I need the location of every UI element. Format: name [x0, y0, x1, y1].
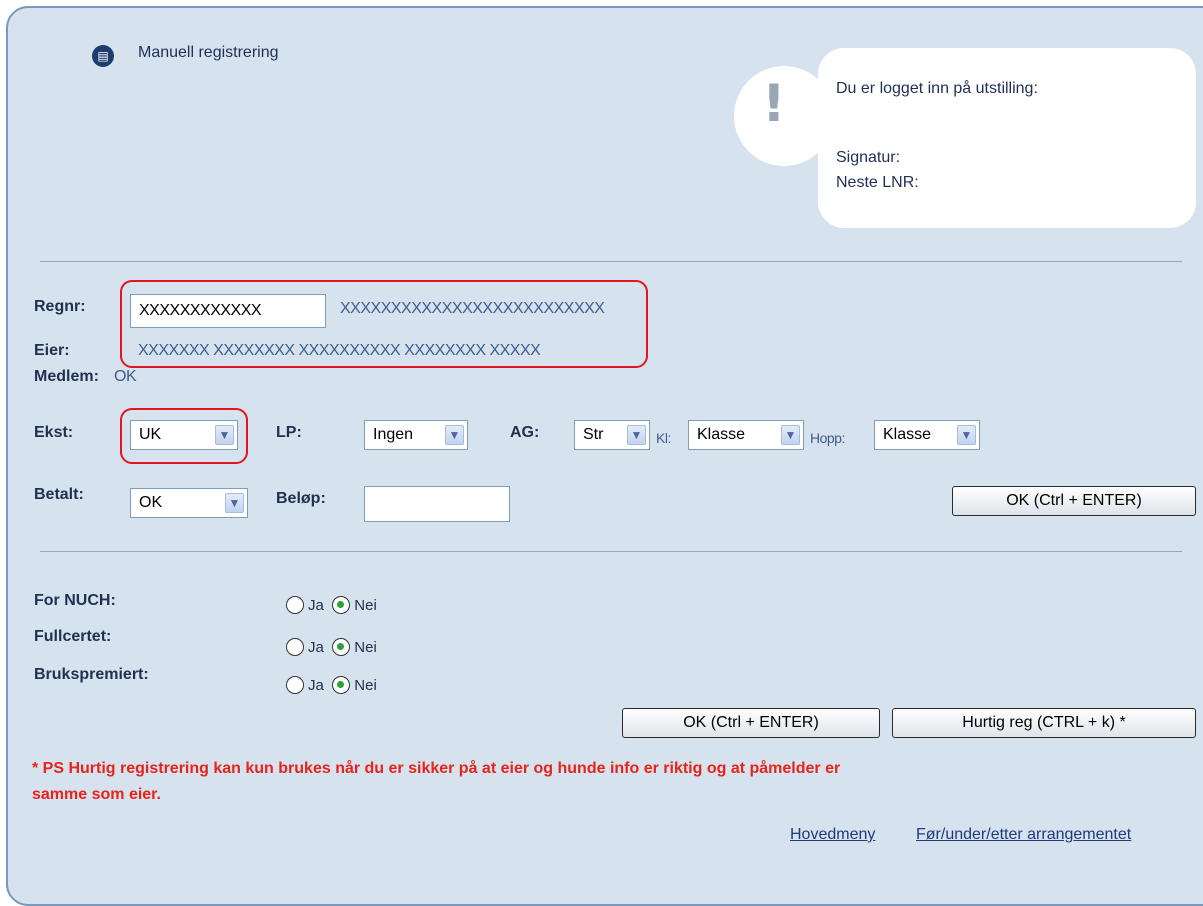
- betalt-select-value: OK: [139, 494, 163, 511]
- page-title: Manuell registrering: [138, 44, 279, 61]
- for-nuch-nei-radio[interactable]: [332, 596, 351, 614]
- chevron-down-icon[interactable]: ▼: [781, 425, 800, 445]
- ja-label: Ja: [308, 638, 324, 656]
- for-nuch-ja-radio[interactable]: [286, 596, 304, 614]
- divider: [40, 551, 1182, 552]
- divider: [40, 261, 1182, 262]
- nei-label: Nei: [354, 676, 377, 694]
- ja-label: Ja: [308, 676, 324, 694]
- nei-label: Nei: [354, 596, 377, 614]
- lp-label: LP:: [276, 424, 302, 441]
- chevron-down-icon[interactable]: ▼: [215, 425, 234, 445]
- info-bubble: [818, 48, 1196, 228]
- chevron-down-icon[interactable]: ▼: [957, 425, 976, 445]
- ekst-select-value: UK: [139, 426, 162, 443]
- hopp-select-value: Klasse: [883, 426, 932, 443]
- brukspremiert-options: Ja Nei: [286, 676, 381, 694]
- brukspremiert-label: Brukspremiert:: [34, 666, 149, 683]
- regnr-name-text: XXXXXXXXXXXXXXXXXXXXXXXXXX: [340, 300, 605, 317]
- main-menu-link[interactable]: Hovedmeny: [790, 826, 875, 844]
- chevron-down-icon[interactable]: ▼: [445, 425, 464, 445]
- fullcertet-label: Fullcertet:: [34, 628, 112, 645]
- hopp-select[interactable]: Klasse ▼: [874, 420, 980, 450]
- chevron-down-icon[interactable]: ▼: [627, 425, 646, 445]
- for-nuch-options: Ja Nei: [286, 596, 381, 614]
- exclamation-icon: !: [762, 74, 786, 134]
- regnr-input[interactable]: XXXXXXXXXXXX: [130, 294, 326, 328]
- fullcertet-ja-radio[interactable]: [286, 638, 304, 656]
- brukspremiert-ja-radio[interactable]: [286, 676, 304, 694]
- belop-label: Beløp:: [276, 490, 326, 507]
- brukspremiert-nei-radio[interactable]: [332, 676, 351, 694]
- kl-select[interactable]: Klasse ▼: [688, 420, 804, 450]
- fullcertet-options: Ja Nei: [286, 638, 381, 656]
- betalt-label: Betalt:: [34, 486, 84, 503]
- ekst-label: Ekst:: [34, 424, 74, 441]
- fullcertet-nei-radio[interactable]: [332, 638, 351, 656]
- neste-lnr-text: Neste LNR:: [836, 174, 919, 191]
- lp-select-value: Ingen: [373, 426, 414, 443]
- medlem-label: Medlem:: [34, 368, 99, 385]
- medlem-value: OK: [114, 368, 137, 385]
- ok-button-top[interactable]: OK (Ctrl + ENTER): [952, 486, 1196, 516]
- ag-select-value: Str: [583, 426, 604, 443]
- kl-label: Kl:: [656, 430, 671, 446]
- for-nuch-label: For NUCH:: [34, 592, 116, 609]
- document-list-icon: ▤: [92, 45, 114, 67]
- kl-select-value: Klasse: [697, 426, 746, 443]
- lp-select[interactable]: Ingen ▼: [364, 420, 468, 450]
- eier-label: Eier:: [34, 342, 70, 359]
- warning-line-2: samme som eier.: [32, 786, 161, 803]
- belop-input[interactable]: [364, 486, 510, 522]
- nei-label: Nei: [354, 638, 377, 656]
- betalt-select[interactable]: OK ▼: [130, 488, 248, 518]
- signatur-text: Signatur:: [836, 149, 901, 166]
- ag-select[interactable]: Str ▼: [574, 420, 650, 450]
- eier-value: XXXXXXX XXXXXXXX XXXXXXXXXX XXXXXXXX XXX…: [138, 342, 541, 359]
- event-link[interactable]: Før/under/etter arrangementet: [916, 826, 1131, 844]
- logged-in-text: Du er logget inn på utstilling:: [836, 80, 1038, 97]
- regnr-label: Regnr:: [34, 298, 86, 315]
- chevron-down-icon[interactable]: ▼: [225, 493, 244, 513]
- hopp-label: Hopp:: [810, 430, 845, 446]
- ekst-select[interactable]: UK ▼: [130, 420, 238, 450]
- ja-label: Ja: [308, 596, 324, 614]
- ok-button-bottom[interactable]: OK (Ctrl + ENTER): [622, 708, 880, 738]
- ag-label: AG:: [510, 424, 540, 441]
- quick-register-button[interactable]: Hurtig reg (CTRL + k) *: [892, 708, 1196, 738]
- warning-line-1: * PS Hurtig registrering kan kun brukes …: [32, 760, 841, 777]
